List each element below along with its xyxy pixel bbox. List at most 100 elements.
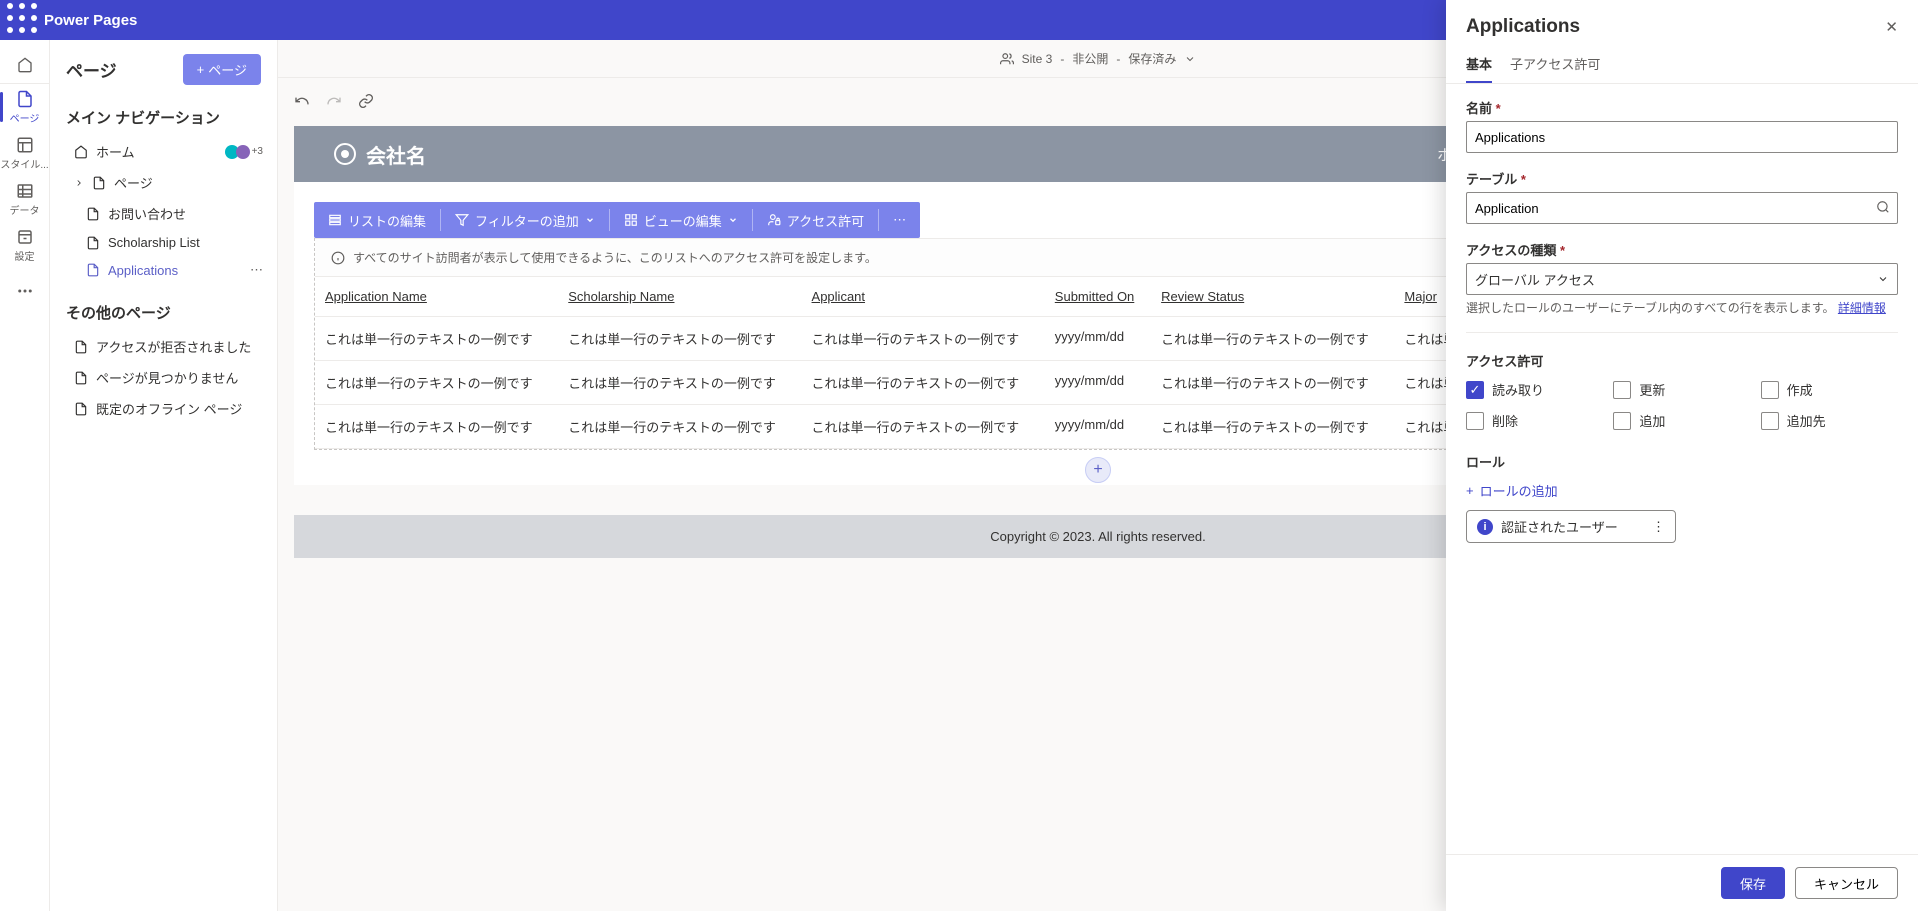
col-submitted[interactable]: Submitted On [1045,277,1151,317]
checkbox-icon [1761,412,1779,430]
access-type-select[interactable]: グローバル アクセス [1466,263,1898,295]
other-pages-heading: その他のページ [50,294,277,331]
table-cell: これは単一行のテキストの一例です [1151,317,1394,361]
shared-badge: +3 [225,145,263,159]
learn-more-link[interactable]: 詳細情報 [1838,301,1886,315]
add-page-button[interactable]: + ページ [183,54,261,85]
perm-append-to[interactable]: 追加先 [1761,411,1898,430]
chevron-down-icon [1184,52,1196,66]
site-logo[interactable]: 会社名 [334,140,426,169]
table-input[interactable] [1466,192,1898,224]
perm-delete[interactable]: 削除 [1466,411,1603,430]
product-name[interactable]: Power Pages [38,12,137,29]
nav-item-access-denied[interactable]: アクセスが拒否されました [54,331,273,362]
cancel-button[interactable]: キャンセル [1795,867,1898,899]
save-button[interactable]: 保存 [1721,867,1785,899]
nav-item-applications[interactable]: Applications ⋯ [54,256,273,284]
rail-pages[interactable]: ページ [0,84,50,130]
rail-more[interactable] [0,268,50,314]
rail-home-icon[interactable] [0,46,49,84]
nav-applications-label: Applications [108,263,178,278]
nav-item-home[interactable]: ホーム +3 [54,136,273,167]
page-icon [74,340,88,354]
table-cell: これは単一行のテキストの一例です [802,317,1045,361]
chevron-right-icon [74,176,84,190]
checkbox-icon [1613,381,1631,399]
close-icon[interactable]: ✕ [1885,18,1898,36]
undo-icon[interactable] [294,93,310,112]
table-cell: これは単一行のテキストの一例です [802,405,1045,449]
list-icon [328,213,342,227]
search-icon[interactable] [1876,200,1890,217]
flyout-title: Applications [1466,16,1580,38]
name-input[interactable] [1466,121,1898,153]
rail-setup-label: 設定 [15,248,35,263]
table-cell: yyyy/mm/dd [1045,361,1151,405]
nav-item-not-found[interactable]: ページが見つかりません [54,362,273,393]
nav-item-pages[interactable]: ページ [54,167,273,198]
nav-item-contact[interactable]: お問い合わせ [54,198,273,229]
add-role-button[interactable]: + ロールの追加 [1466,481,1898,500]
col-sch-name[interactable]: Scholarship Name [558,277,801,317]
role-heading: ロール [1466,452,1898,471]
table-cell: これは単一行のテキストの一例です [802,361,1045,405]
tab-child-access[interactable]: 子アクセス許可 [1510,54,1600,83]
page-icon [86,207,100,221]
left-rail: ページ スタイル... データ 設定 [0,40,50,911]
lock-person-icon [767,213,781,227]
table-cell: これは単一行のテキストの一例です [558,405,801,449]
edit-list-button[interactable]: リストの編集 [314,202,440,238]
rail-style[interactable]: スタイル... [0,130,50,176]
site-saved: 保存済み [1128,50,1176,67]
list-toolbar: リストの編集 フィルターの追加 ビューの編集 [314,202,920,238]
perm-append[interactable]: 追加 [1613,411,1750,430]
banner-text: すべてのサイト訪問者が表示して使用できるように、このリストへのアクセス許可を設定… [353,249,877,266]
perm-update[interactable]: 更新 [1613,380,1750,399]
pages-side-panel: ページ + ページ メイン ナビゲーション ホーム +3 ページ [50,40,278,911]
chevron-down-icon [585,213,595,227]
add-filter-button[interactable]: フィルターの追加 [441,202,609,238]
company-name: 会社名 [366,140,426,169]
nav-contact-label: お問い合わせ [108,204,186,223]
nav-item-more-icon[interactable]: ⋯ [250,262,263,278]
rail-data[interactable]: データ [0,176,50,222]
rail-setup[interactable]: 設定 [0,222,50,268]
rail-pages-label: ページ [10,110,40,125]
col-status[interactable]: Review Status [1151,277,1394,317]
add-section-button[interactable]: + [1085,457,1111,483]
perm-read[interactable]: ✓読み取り [1466,380,1603,399]
table-cell: これは単一行のテキストの一例です [558,317,801,361]
role-authenticated-users[interactable]: i 認証されたユーザー ⋮ [1466,510,1676,543]
plus-icon: + [197,62,205,77]
home-icon [74,145,88,159]
col-app-name[interactable]: Application Name [315,277,558,317]
waffle-icon[interactable] [6,2,38,39]
chevron-down-icon [728,213,738,227]
nav-denied-label: アクセスが拒否されました [96,337,251,356]
access-type-help: 選択したロールのユーザーにテーブル内のすべての行を表示します。 詳細情報 [1466,299,1898,316]
col-applicant[interactable]: Applicant [802,277,1045,317]
table-cell: これは単一行のテキストの一例です [1151,361,1394,405]
people-icon [1000,52,1014,66]
tab-basic[interactable]: 基本 [1466,54,1492,83]
access-type-value: グローバル アクセス [1475,270,1595,289]
main-nav-heading: メイン ナビゲーション [50,99,277,136]
permission-button[interactable]: アクセス許可 [753,202,878,238]
list-more-button[interactable]: ⋯ [879,202,920,238]
role-label: 認証されたユーザー [1501,517,1618,536]
table-cell: これは単一行のテキストの一例です [558,361,801,405]
info-icon: i [1477,519,1493,535]
page-icon [74,402,88,416]
edit-view-button[interactable]: ビューの編集 [610,202,752,238]
nav-home-label: ホーム [96,142,135,161]
link-icon[interactable] [358,93,374,112]
nav-notfound-label: ページが見つかりません [96,368,238,387]
nav-scholarship-label: Scholarship List [108,235,200,250]
nav-item-offline[interactable]: 既定のオフライン ページ [54,393,273,424]
perm-create[interactable]: 作成 [1761,380,1898,399]
checkbox-icon [1761,381,1779,399]
nav-item-scholarship[interactable]: Scholarship List [54,229,273,256]
redo-icon[interactable] [326,93,342,112]
role-more-icon[interactable]: ⋮ [1652,519,1665,535]
site-status: 非公開 [1072,50,1108,67]
